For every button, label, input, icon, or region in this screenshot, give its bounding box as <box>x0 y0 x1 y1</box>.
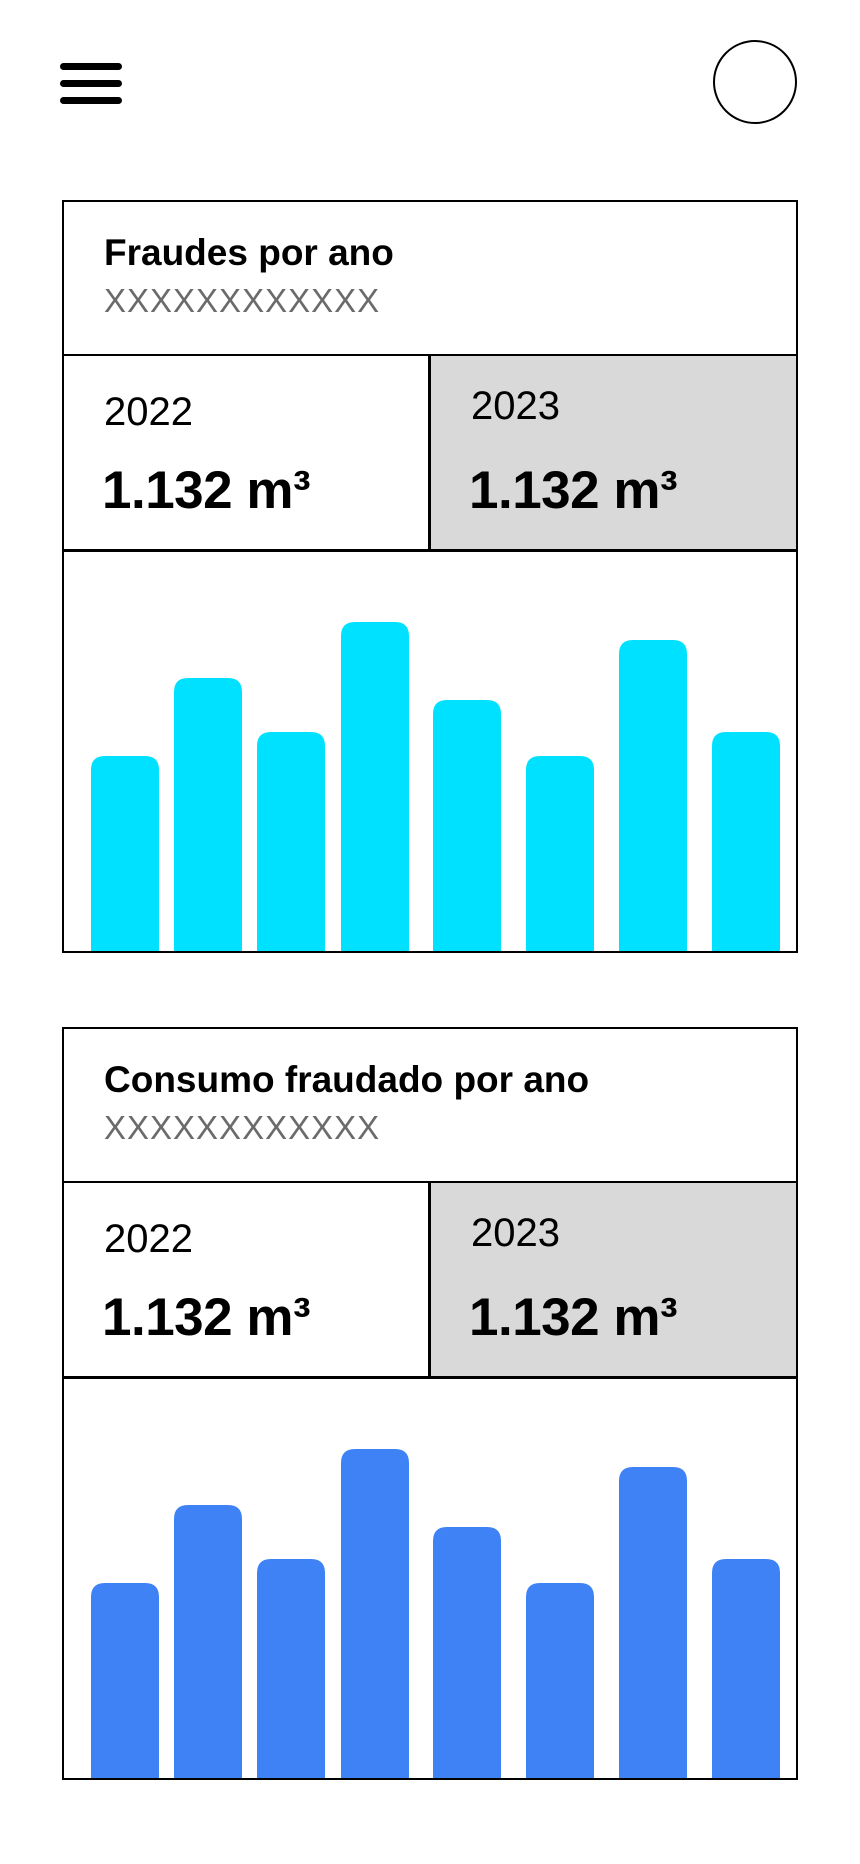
stat-value: 1.132 m³ <box>102 1288 311 1347</box>
card-subtitle: XXXXXXXXXXXX <box>104 1109 381 1146</box>
chart-bar-1 <box>91 756 159 951</box>
stat-year: 2022 <box>104 1217 193 1261</box>
stat-2023-selected[interactable]: 2023 1.132 m³ <box>431 1183 796 1376</box>
hamburger-menu-icon[interactable] <box>60 60 124 108</box>
year-stats: 2022 1.132 m³ 2023 1.132 m³ <box>64 356 796 552</box>
menu-line <box>60 97 122 104</box>
stat-2022[interactable]: 2022 1.132 m³ <box>64 356 431 549</box>
bar-chart-svg <box>91 622 780 951</box>
chart-bar-8 <box>712 732 780 951</box>
card-title: Fraudes por ano <box>104 232 394 273</box>
stat-2023-selected[interactable]: 2023 1.132 m³ <box>431 356 796 549</box>
top-bar <box>0 0 860 160</box>
card-subtitle: XXXXXXXXXXXX <box>104 282 381 319</box>
year-stats: 2022 1.132 m³ 2023 1.132 m³ <box>64 1183 796 1379</box>
avatar[interactable] <box>713 40 797 124</box>
stat-year: 2023 <box>471 1211 560 1255</box>
card-header: Consumo fraudado por ano XXXXXXXXXXXX <box>64 1029 796 1183</box>
chart-bar-6 <box>526 756 594 951</box>
stat-value: 1.132 m³ <box>469 461 678 520</box>
bar-chart <box>64 1379 796 1778</box>
stat-2022[interactable]: 2022 1.132 m³ <box>64 1183 431 1376</box>
chart-bar-8 <box>712 1559 780 1778</box>
chart-bar-6 <box>526 1583 594 1778</box>
fraud-consumption-card: Consumo fraudado por ano XXXXXXXXXXXX 20… <box>62 1027 798 1780</box>
card-title: Consumo fraudado por ano <box>104 1059 590 1100</box>
menu-line <box>60 63 122 70</box>
stat-year: 2023 <box>471 384 560 428</box>
chart-bar-4 <box>341 622 409 951</box>
chart-bar-3 <box>257 732 325 951</box>
fraud-count-card: Fraudes por ano XXXXXXXXXXXX 2022 1.132 … <box>62 200 798 953</box>
chart-bar-7 <box>619 1467 687 1778</box>
chart-bar-5 <box>433 1527 501 1778</box>
bar-chart <box>64 552 796 951</box>
menu-line <box>60 80 122 87</box>
chart-bar-2 <box>174 1505 242 1778</box>
chart-bar-7 <box>619 640 687 951</box>
stat-value: 1.132 m³ <box>102 461 311 520</box>
card-header: Fraudes por ano XXXXXXXXXXXX <box>64 202 796 356</box>
chart-bar-4 <box>341 1449 409 1778</box>
chart-bar-2 <box>174 678 242 951</box>
bar-chart-svg <box>91 1449 780 1778</box>
stat-value: 1.132 m³ <box>469 1288 678 1347</box>
chart-bar-3 <box>257 1559 325 1778</box>
stat-year: 2022 <box>104 390 193 434</box>
chart-bar-1 <box>91 1583 159 1778</box>
chart-bar-5 <box>433 700 501 951</box>
